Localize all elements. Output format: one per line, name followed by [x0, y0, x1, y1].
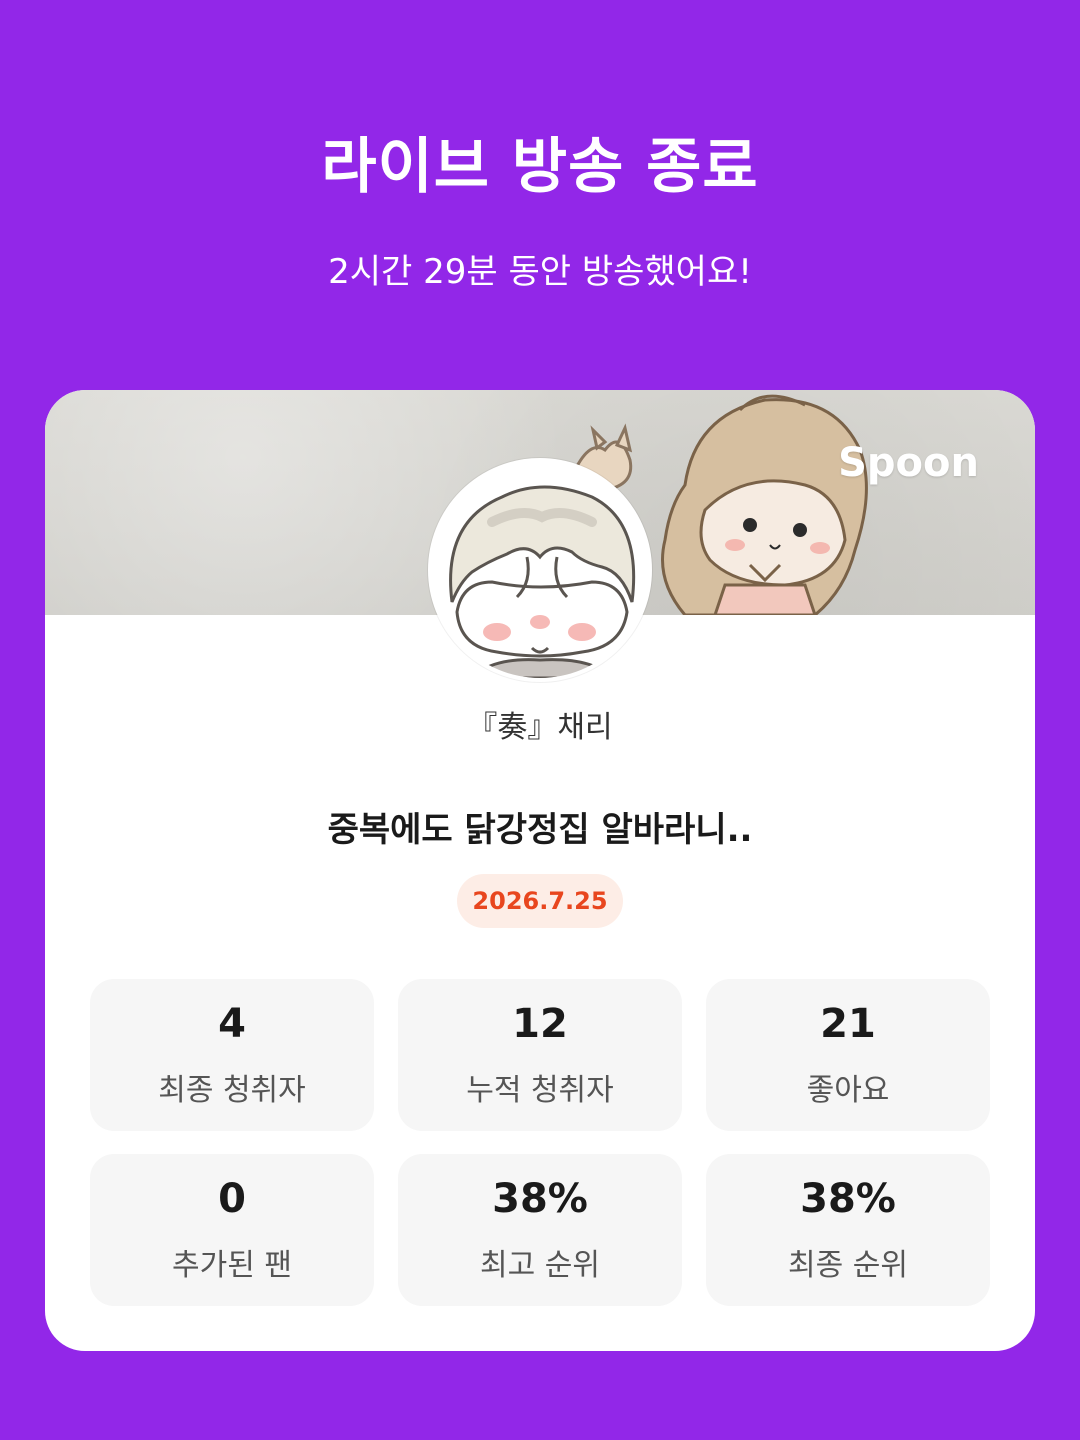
- stat-value: 4: [218, 1001, 246, 1047]
- stat-value: 0: [218, 1176, 246, 1222]
- stat-value: 38%: [800, 1176, 896, 1222]
- stat-total-listeners: 12 누적 청취자: [398, 979, 682, 1131]
- stat-final-rank: 38% 최종 순위: [706, 1154, 990, 1306]
- dj-nickname: 『奏』채리: [467, 710, 613, 745]
- stat-label: 좋아요: [806, 1073, 890, 1108]
- date-badge: 2026.7.25: [457, 874, 623, 928]
- stat-value: 21: [820, 1001, 876, 1047]
- avatar-illustration: [432, 462, 648, 678]
- stat-value: 12: [512, 1001, 568, 1047]
- stat-final-listeners: 4 최종 청취자: [90, 979, 374, 1131]
- stat-label: 최종 청취자: [158, 1073, 306, 1108]
- stat-value: 38%: [492, 1176, 588, 1222]
- stat-new-fans: 0 추가된 팬: [90, 1154, 374, 1306]
- stat-label: 최종 순위: [788, 1248, 908, 1283]
- stat-label: 누적 청취자: [466, 1073, 614, 1108]
- stats-grid: 4 최종 청취자 12 누적 청취자 21 좋아요 0 추가된 팬 38% 최고…: [90, 979, 990, 1306]
- spoon-logo: Spoon: [838, 440, 979, 486]
- stat-label: 추가된 팬: [172, 1248, 292, 1283]
- avatar[interactable]: [428, 458, 652, 682]
- live-title: 중복에도 닭강정집 알바라니..: [327, 810, 753, 850]
- stat-label: 최고 순위: [480, 1248, 600, 1283]
- live-summary-card: Spoon 『奏』채리 중복에도 닭강정집 알바라니.. 2026.7.25 4…: [45, 390, 1035, 1351]
- live-ended-screen: 라이브 방송 종료 2시간 29분 동안 방송했어요! Spoon 『奏』채리 …: [0, 0, 1080, 1440]
- page-title: 라이브 방송 종료: [321, 132, 759, 202]
- stat-likes: 21 좋아요: [706, 979, 990, 1131]
- stat-best-rank: 38% 최고 순위: [398, 1154, 682, 1306]
- broadcast-duration: 2시간 29분 동안 방송했어요!: [328, 252, 752, 292]
